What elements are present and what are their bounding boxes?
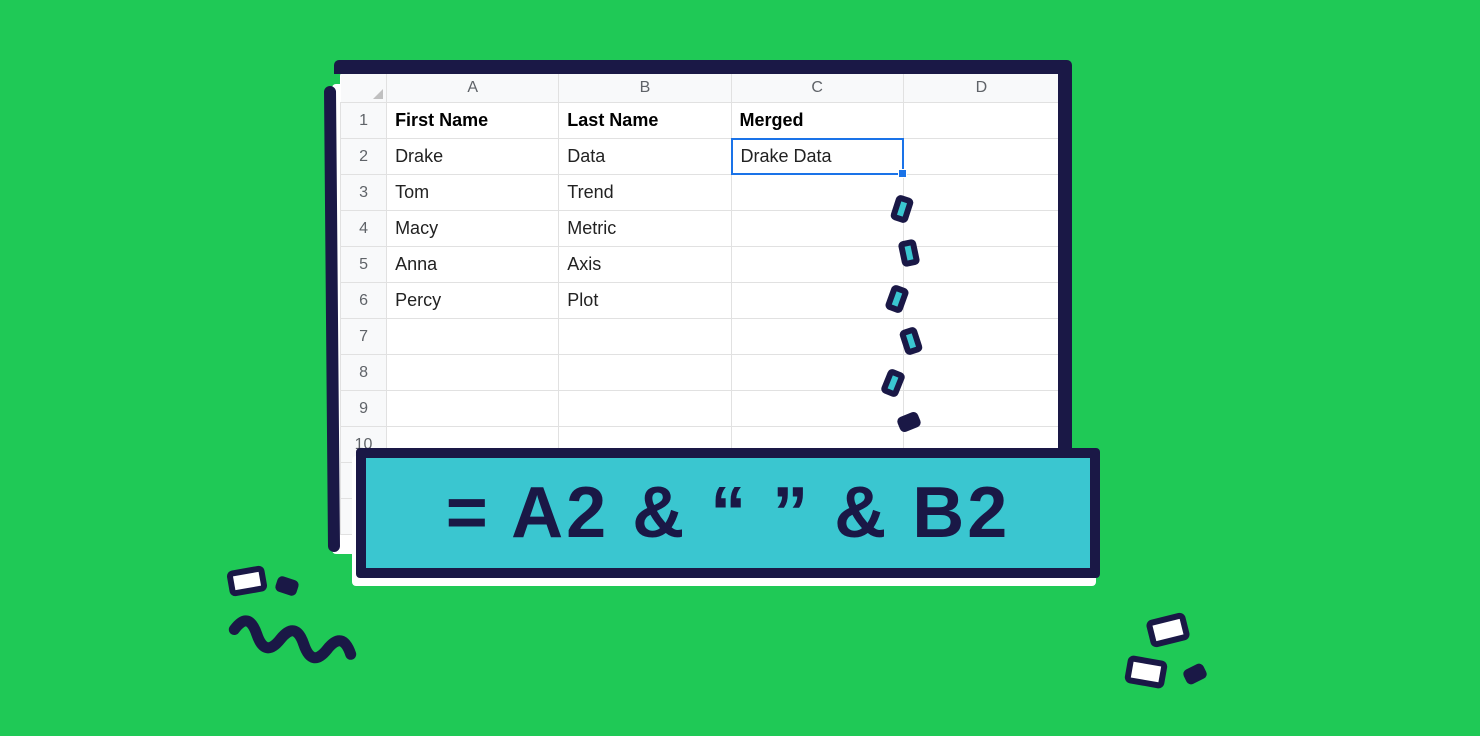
column-header-b[interactable]: B (559, 73, 731, 103)
sketch-border-icon (1058, 60, 1072, 476)
column-header-a[interactable]: A (387, 73, 559, 103)
cell-a6[interactable]: Percy (387, 283, 559, 319)
cell-b6[interactable]: Plot (559, 283, 731, 319)
selected-cell-text: Drake Data (741, 146, 832, 167)
cell[interactable] (387, 355, 559, 391)
row-header[interactable]: 6 (341, 283, 387, 319)
cell[interactable] (731, 355, 903, 391)
cell[interactable] (387, 391, 559, 427)
cell-b2[interactable]: Data (559, 139, 731, 175)
fill-handle[interactable] (898, 169, 907, 178)
cell-d1[interactable] (903, 103, 1059, 139)
cell[interactable] (903, 355, 1059, 391)
squiggle-icon (228, 612, 358, 672)
decoration-icon (1124, 655, 1168, 690)
select-all-corner[interactable] (341, 73, 387, 103)
cell[interactable] (559, 391, 731, 427)
row-header[interactable]: 3 (341, 175, 387, 211)
decoration-icon (1182, 662, 1209, 686)
column-header-row: A B C D (341, 73, 1060, 103)
cell[interactable] (731, 391, 903, 427)
table-row: 3 Tom Trend (341, 175, 1060, 211)
cell-c6[interactable] (731, 283, 903, 319)
cell-d2[interactable] (903, 139, 1059, 175)
cell-c2-selected[interactable]: Drake Data (731, 139, 903, 175)
cell-c3[interactable] (731, 175, 903, 211)
cell[interactable] (903, 319, 1059, 355)
table-row: 8 (341, 355, 1060, 391)
row-header[interactable]: 7 (341, 319, 387, 355)
formula-box: = A2 & “ ” & B2 (356, 448, 1100, 578)
cell-d6[interactable] (903, 283, 1059, 319)
table-row: 7 (341, 319, 1060, 355)
cell[interactable] (559, 355, 731, 391)
table-row: 2 Drake Data Drake Data (341, 139, 1060, 175)
sketch-border-icon (334, 60, 1068, 74)
column-header-c[interactable]: C (731, 73, 903, 103)
table-row: 1 First Name Last Name Merged (341, 103, 1060, 139)
cell-b4[interactable]: Metric (559, 211, 731, 247)
cell-b5[interactable]: Axis (559, 247, 731, 283)
table-row: 9 (341, 391, 1060, 427)
formula-callout: = A2 & “ ” & B2 (356, 448, 1100, 578)
cell-d5[interactable] (903, 247, 1059, 283)
cell-a3[interactable]: Tom (387, 175, 559, 211)
cell-a4[interactable]: Macy (387, 211, 559, 247)
table-row: 6 Percy Plot (341, 283, 1060, 319)
cell-d3[interactable] (903, 175, 1059, 211)
decoration-icon (1145, 612, 1191, 649)
cell[interactable] (559, 319, 731, 355)
column-header-d[interactable]: D (903, 73, 1059, 103)
table-row: 5 Anna Axis (341, 247, 1060, 283)
cell-c4[interactable] (731, 211, 903, 247)
cell[interactable] (387, 319, 559, 355)
cell[interactable] (903, 391, 1059, 427)
row-header[interactable]: 2 (341, 139, 387, 175)
cell[interactable] (731, 319, 903, 355)
decoration-icon (226, 565, 268, 597)
cell-a1[interactable]: First Name (387, 103, 559, 139)
formula-text: = A2 & “ ” & B2 (446, 472, 1010, 554)
row-header[interactable]: 8 (341, 355, 387, 391)
cell-a2[interactable]: Drake (387, 139, 559, 175)
row-header[interactable]: 4 (341, 211, 387, 247)
decoration-icon (274, 575, 300, 597)
cell-d4[interactable] (903, 211, 1059, 247)
table-row: 4 Macy Metric (341, 211, 1060, 247)
cell-c5[interactable] (731, 247, 903, 283)
row-header[interactable]: 9 (341, 391, 387, 427)
cell-b3[interactable]: Trend (559, 175, 731, 211)
cell-a5[interactable]: Anna (387, 247, 559, 283)
cell-b1[interactable]: Last Name (559, 103, 731, 139)
selected-cell-value: Drake Data (731, 138, 904, 175)
row-header[interactable]: 5 (341, 247, 387, 283)
row-header[interactable]: 1 (341, 103, 387, 139)
cell-c1[interactable]: Merged (731, 103, 903, 139)
